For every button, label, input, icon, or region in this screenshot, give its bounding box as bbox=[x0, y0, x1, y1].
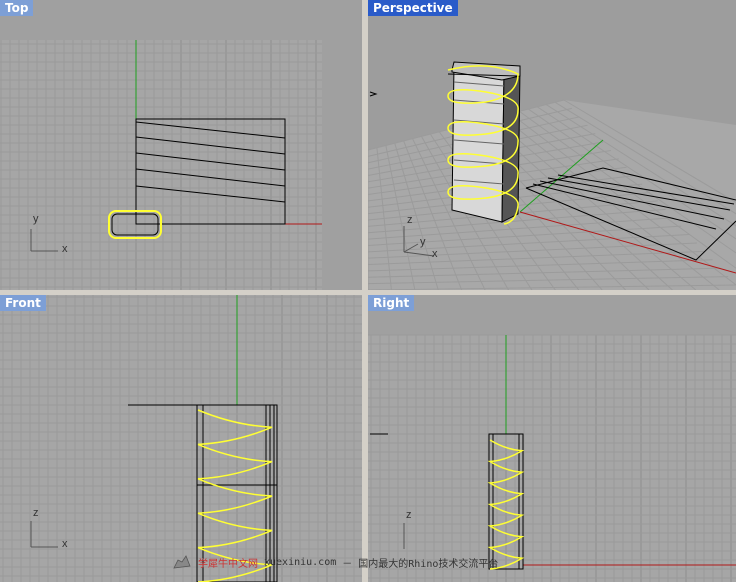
watermark-slogan: － 国内最大的Rhino技术交流平台 bbox=[342, 558, 499, 570]
viewport-front[interactable]: Front z x bbox=[0, 295, 362, 582]
viewport-title-top[interactable]: Top bbox=[0, 0, 34, 16]
top-axis-label-y: y bbox=[33, 213, 39, 225]
right-canvas bbox=[368, 334, 736, 582]
watermark-brand: 学犀牛中文网 bbox=[198, 558, 258, 570]
viewport-title-front[interactable]: Front bbox=[0, 295, 46, 311]
right-axis-label-z: z bbox=[406, 509, 412, 521]
right-grid bbox=[368, 334, 736, 582]
watermark-url: xuexiniu.com bbox=[264, 556, 337, 568]
perspective-axis-label-y: y bbox=[420, 236, 426, 248]
watermark: 学犀牛中文网 xuexiniu.com － 国内最大的Rhino技术交流平台 bbox=[172, 553, 498, 571]
viewport-top[interactable]: Top y x bbox=[0, 0, 362, 290]
viewport-title-right[interactable]: Right bbox=[368, 295, 415, 311]
perspective-axis-label-z: z bbox=[407, 214, 413, 226]
perspective-axis-label-x: x bbox=[432, 248, 438, 260]
perspective-cursor-mark bbox=[369, 91, 378, 97]
front-canvas bbox=[0, 295, 362, 582]
front-axis-label-z: z bbox=[33, 507, 39, 519]
top-canvas bbox=[0, 40, 322, 290]
viewport-perspective[interactable]: Perspective z y x bbox=[368, 0, 736, 290]
viewport-title-perspective[interactable]: Perspective bbox=[368, 0, 458, 16]
front-axis-label-x: x bbox=[62, 538, 68, 550]
top-axis-label-x: x bbox=[62, 243, 68, 255]
viewport-right[interactable]: Right z bbox=[368, 295, 736, 582]
rhino-logo-icon bbox=[173, 555, 191, 569]
top-grid bbox=[0, 40, 322, 290]
front-grid bbox=[0, 295, 362, 582]
